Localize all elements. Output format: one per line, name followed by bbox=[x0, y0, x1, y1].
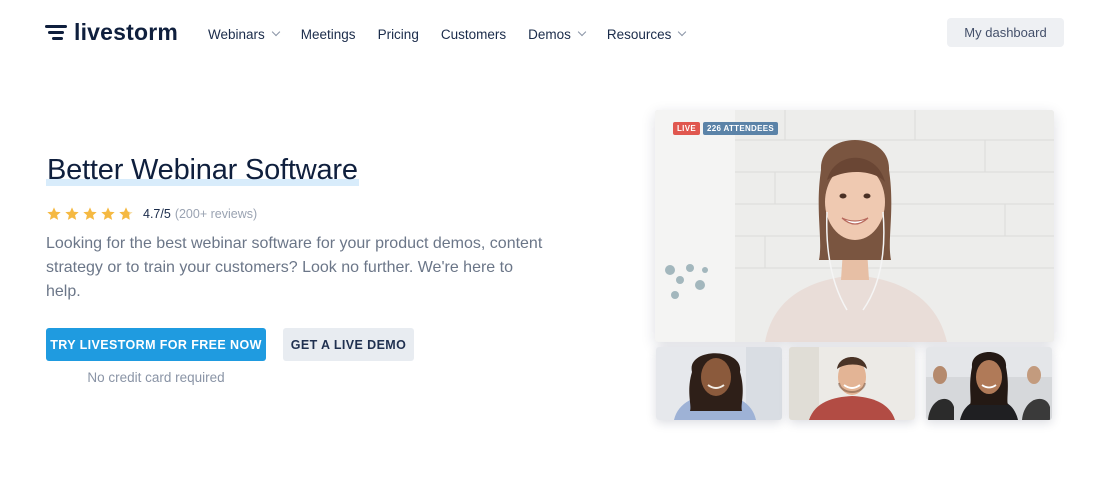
nav-item-label: Resources bbox=[606, 26, 672, 42]
chevron-down-icon bbox=[271, 27, 281, 37]
try-free-button[interactable]: TRY LIVESTORM FOR FREE NOW bbox=[46, 328, 266, 361]
my-dashboard-button[interactable]: My dashboard bbox=[947, 18, 1064, 47]
star-icon bbox=[65, 207, 79, 220]
rating: 4.7/5 (200+ reviews) bbox=[46, 205, 257, 223]
logo[interactable]: livestorm bbox=[45, 19, 178, 45]
nav-item-customers[interactable]: Customers bbox=[441, 25, 506, 43]
rating-reviews[interactable]: (200+ reviews) bbox=[175, 207, 257, 221]
hero-description: Looking for the best webinar software fo… bbox=[46, 235, 543, 300]
video-badges: LIVE 226 ATTENDEES bbox=[673, 122, 779, 135]
rating-stars bbox=[46, 206, 134, 222]
attendee-video-2 bbox=[789, 347, 915, 420]
attendee-image bbox=[789, 347, 915, 420]
presenter-image bbox=[655, 110, 1054, 342]
nav-item-label: Demos bbox=[528, 26, 571, 42]
page-title-text: Better Webinar Software bbox=[46, 154, 359, 186]
main-video-feed: LIVE 226 ATTENDEES bbox=[655, 110, 1054, 342]
logo-text: livestorm bbox=[74, 19, 179, 45]
star-icon bbox=[47, 207, 61, 220]
top-navigation: livestorm Webinars Meetings Pricing Cust… bbox=[0, 0, 1100, 68]
nav-item-label: Customers bbox=[440, 26, 507, 42]
star-icon bbox=[101, 207, 115, 220]
rating-score: 4.7/5 bbox=[143, 207, 171, 221]
livestorm-logo-icon bbox=[45, 24, 67, 40]
nav-item-label: Webinars bbox=[208, 26, 265, 42]
nav-item-resources[interactable]: Resources bbox=[606, 25, 687, 43]
nav-item-meetings[interactable]: Meetings bbox=[301, 25, 356, 43]
live-demo-button[interactable]: GET A LIVE DEMO bbox=[283, 328, 414, 361]
no-credit-card-note: No credit card required bbox=[87, 370, 225, 385]
live-badge: LIVE bbox=[673, 122, 700, 135]
chevron-down-icon bbox=[678, 27, 687, 37]
nav-item-label: Pricing bbox=[377, 26, 419, 42]
attendee-video-3 bbox=[926, 347, 1052, 420]
attendee-image bbox=[656, 347, 782, 420]
nav-item-webinars[interactable]: Webinars bbox=[208, 25, 281, 43]
chevron-down-icon bbox=[577, 27, 587, 37]
nav-item-label: Meetings bbox=[300, 26, 356, 42]
nav-item-demos[interactable]: Demos bbox=[528, 25, 587, 43]
main-menu: Webinars Meetings Pricing Customers Demo… bbox=[208, 25, 687, 43]
star-half-icon bbox=[119, 207, 133, 220]
attendee-image bbox=[926, 347, 1052, 420]
star-icon bbox=[83, 207, 97, 220]
page-title: Better Webinar Software bbox=[46, 154, 359, 187]
attendee-video-1 bbox=[656, 347, 782, 420]
nav-item-pricing[interactable]: Pricing bbox=[378, 25, 419, 43]
attendees-badge: 226 ATTENDEES bbox=[702, 122, 779, 135]
